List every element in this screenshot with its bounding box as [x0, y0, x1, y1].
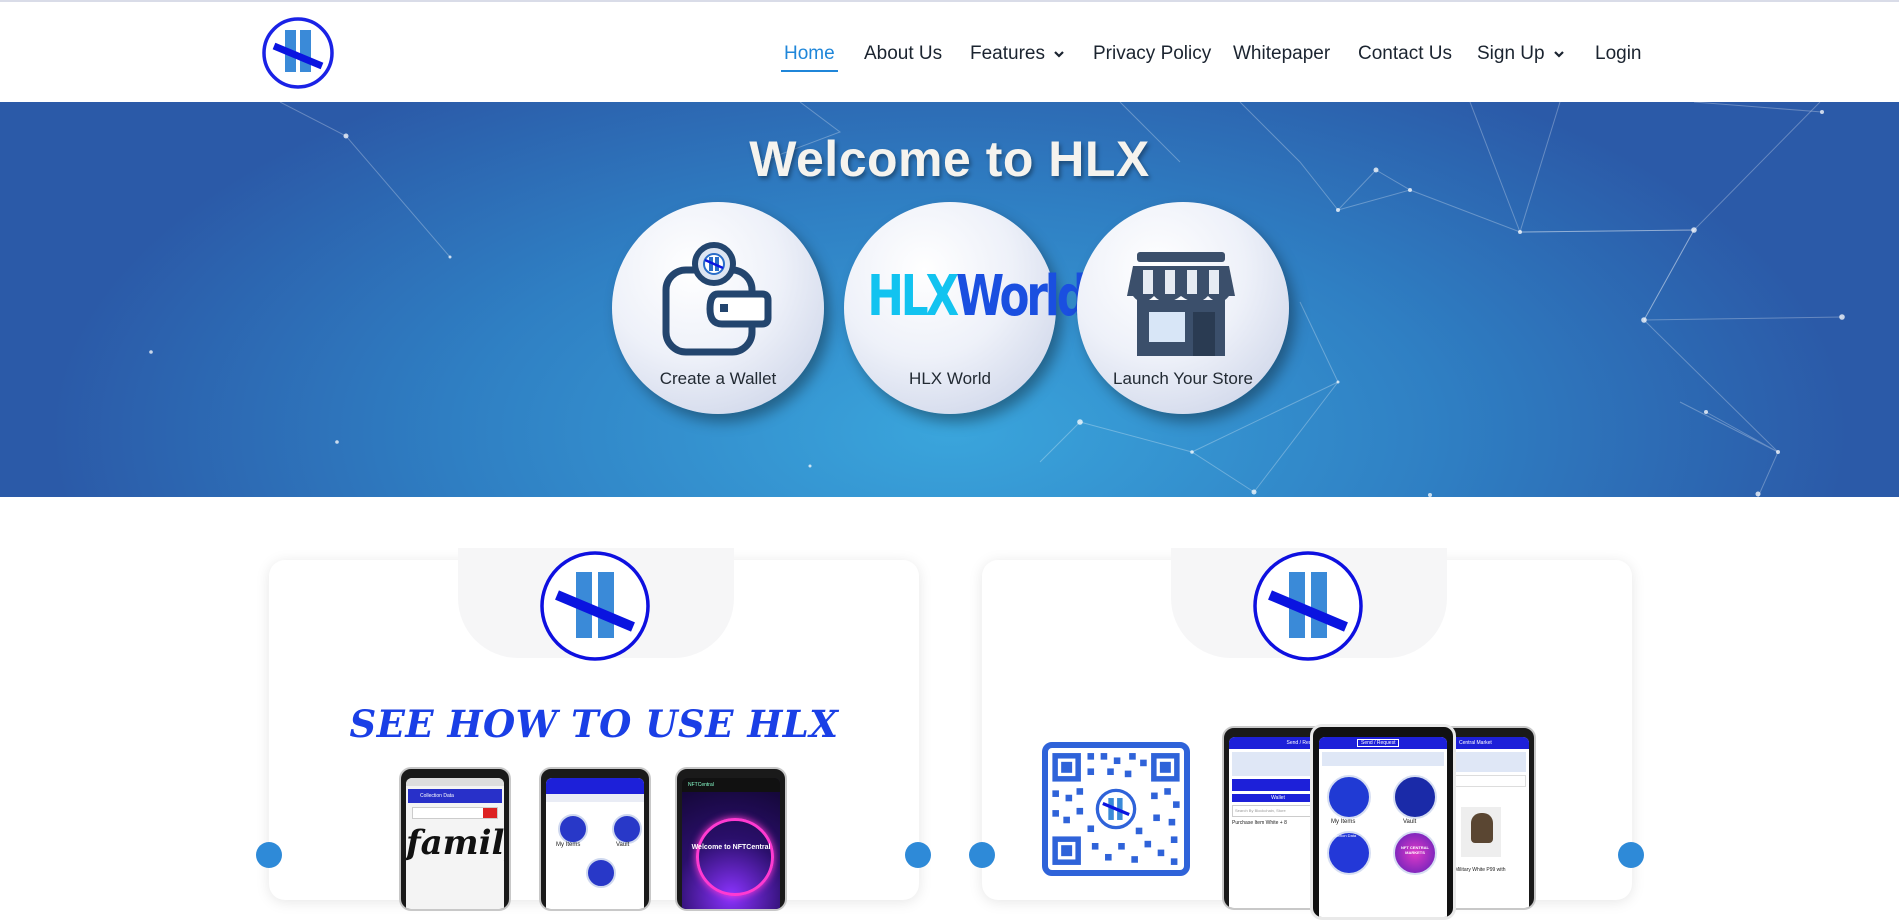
phone-label-vault: Vault: [616, 842, 630, 848]
nav-contact-us[interactable]: Contact Us: [1358, 42, 1452, 66]
nav-about-us[interactable]: About Us: [864, 42, 942, 66]
nav-features[interactable]: Features: [970, 42, 1065, 66]
nav-contact-label: Contact Us: [1358, 43, 1452, 64]
download-app-card: Send / Request Wallet Search By Blockcha…: [982, 548, 1632, 920]
nav-home-label: Home: [784, 43, 835, 64]
nav-privacy-policy[interactable]: Privacy Policy: [1093, 42, 1211, 66]
hlx-world-button[interactable]: HLXWorld HLX World: [844, 202, 1088, 414]
hlxworld-logo-world: World: [956, 264, 1088, 329]
hlxworld-logo-hlx: HLX: [867, 264, 959, 329]
phone-header: Send / Request: [1357, 739, 1400, 747]
carousel-next-button[interactable]: [1618, 842, 1644, 868]
phone-label-vault: Vault: [1403, 819, 1417, 825]
main-nav: Home About Us Features Privacy Policy Wh…: [0, 2, 1899, 102]
create-wallet-button[interactable]: Create a Wallet: [612, 202, 824, 414]
nav-signup-label: Sign Up: [1477, 43, 1545, 64]
phone-item-title: Military White P99 with: [1455, 867, 1506, 873]
phone-mockup: Send / Request My Items Vault Collection…: [1310, 724, 1456, 920]
launch-store-label: Launch Your Store: [1113, 369, 1253, 388]
nav-login[interactable]: Login: [1595, 42, 1642, 66]
create-wallet-label: Create a Wallet: [659, 369, 777, 388]
site-header: Home About Us Features Privacy Policy Wh…: [0, 2, 1899, 102]
how-to-use-card: SEE HOW TO USE HLX Collection Data famil…: [269, 548, 919, 911]
carousel-next-button[interactable]: [905, 842, 931, 868]
hero-title: Welcome to HLX: [749, 131, 1150, 187]
qr-code-icon[interactable]: [1042, 742, 1190, 876]
launch-store-button[interactable]: Launch Your Store: [1077, 202, 1289, 414]
nav-privacy-label: Privacy Policy: [1093, 43, 1212, 64]
chevron-down-icon: [1553, 51, 1564, 58]
phone-screen-text: family: [406, 823, 504, 863]
phone-mockup: My Items Vault: [539, 767, 651, 911]
card-heading: SEE HOW TO USE HLX: [349, 702, 839, 746]
phone-label-collection: Collection Data: [1329, 833, 1357, 838]
hlxworld-logo: HLXWorld: [867, 264, 1088, 329]
chevron-down-icon: [1054, 51, 1064, 58]
phone-label-my-items: My Items: [556, 842, 581, 848]
store-icon: [1127, 252, 1235, 356]
carousel-prev-button[interactable]: [969, 842, 995, 868]
phone-label-markets: NFT CENTRAL MARKETS: [1401, 845, 1429, 855]
phone-banner: Collection Data: [408, 789, 502, 803]
hero-banner: Welcome to HLX Create a Wallet HLXWorld …: [0, 102, 1899, 497]
hlx-world-label: HLX World: [909, 369, 991, 388]
hlx-logo: [540, 551, 650, 661]
nav-whitepaper[interactable]: Whitepaper: [1233, 42, 1330, 66]
wallet-icon: [662, 242, 772, 356]
carousel-prev-button[interactable]: [256, 842, 282, 868]
phone-mockup: Collection Data family: [399, 767, 511, 911]
phone-header: NFTCentral: [682, 778, 780, 792]
hlx-logo: [1253, 551, 1363, 661]
nav-home[interactable]: Home: [781, 42, 838, 72]
nav-login-label: Login: [1595, 43, 1642, 64]
nav-features-label: Features: [970, 43, 1045, 64]
phone-welcome-text: Welcome to NFTCentral: [691, 844, 771, 851]
phone-mockup: NFTCentral Welcome to NFTCentral: [675, 767, 787, 911]
nav-whitepaper-label: Whitepaper: [1233, 43, 1331, 64]
phone-label-my-items: My Items: [1331, 819, 1356, 825]
nav-about-label: About Us: [864, 43, 943, 64]
nav-sign-up[interactable]: Sign Up: [1477, 42, 1565, 66]
